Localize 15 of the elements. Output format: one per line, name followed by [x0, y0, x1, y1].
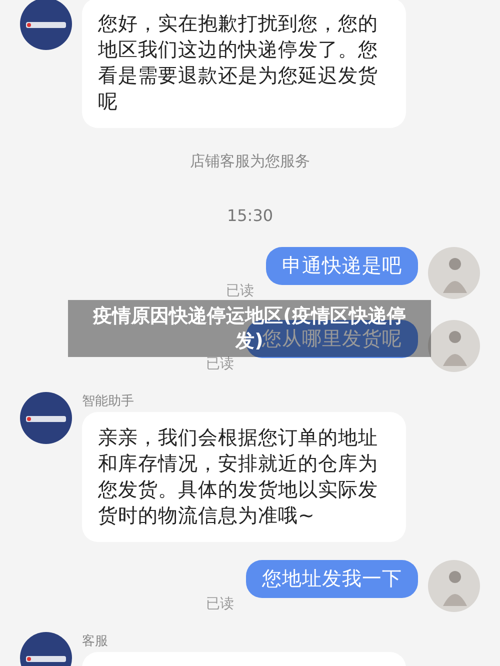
read-status: 已读 — [226, 283, 254, 299]
message-bubble: 申通快递是吧 — [266, 247, 418, 285]
read-status: 已读 — [206, 356, 234, 372]
message-bubble: 亲亲，我们会根据您订单的地址和库存情况，安排就近的仓库为您发货。具体的发货地以实际发货时的物流信息为准哦~ — [82, 412, 406, 542]
message-bubble: 您好，实在抱歉打扰到您，您的地区我们这边的快递停发了。您看是需要退款还是为您延迟发货呢 — [82, 0, 406, 128]
system-message: 店铺客服为您服务 — [190, 152, 310, 170]
store-logo-icon — [20, 392, 72, 444]
read-status: 已读 — [206, 596, 234, 612]
timestamp: 15:30 — [226, 206, 274, 225]
sender-name: 智能助手 — [82, 393, 135, 408]
user-avatar — [428, 560, 480, 612]
user-avatar — [428, 320, 480, 372]
message-bubble: 您地址发我一下 — [246, 560, 418, 598]
user-avatar — [428, 247, 480, 299]
sender-name: 客服 — [82, 633, 109, 648]
